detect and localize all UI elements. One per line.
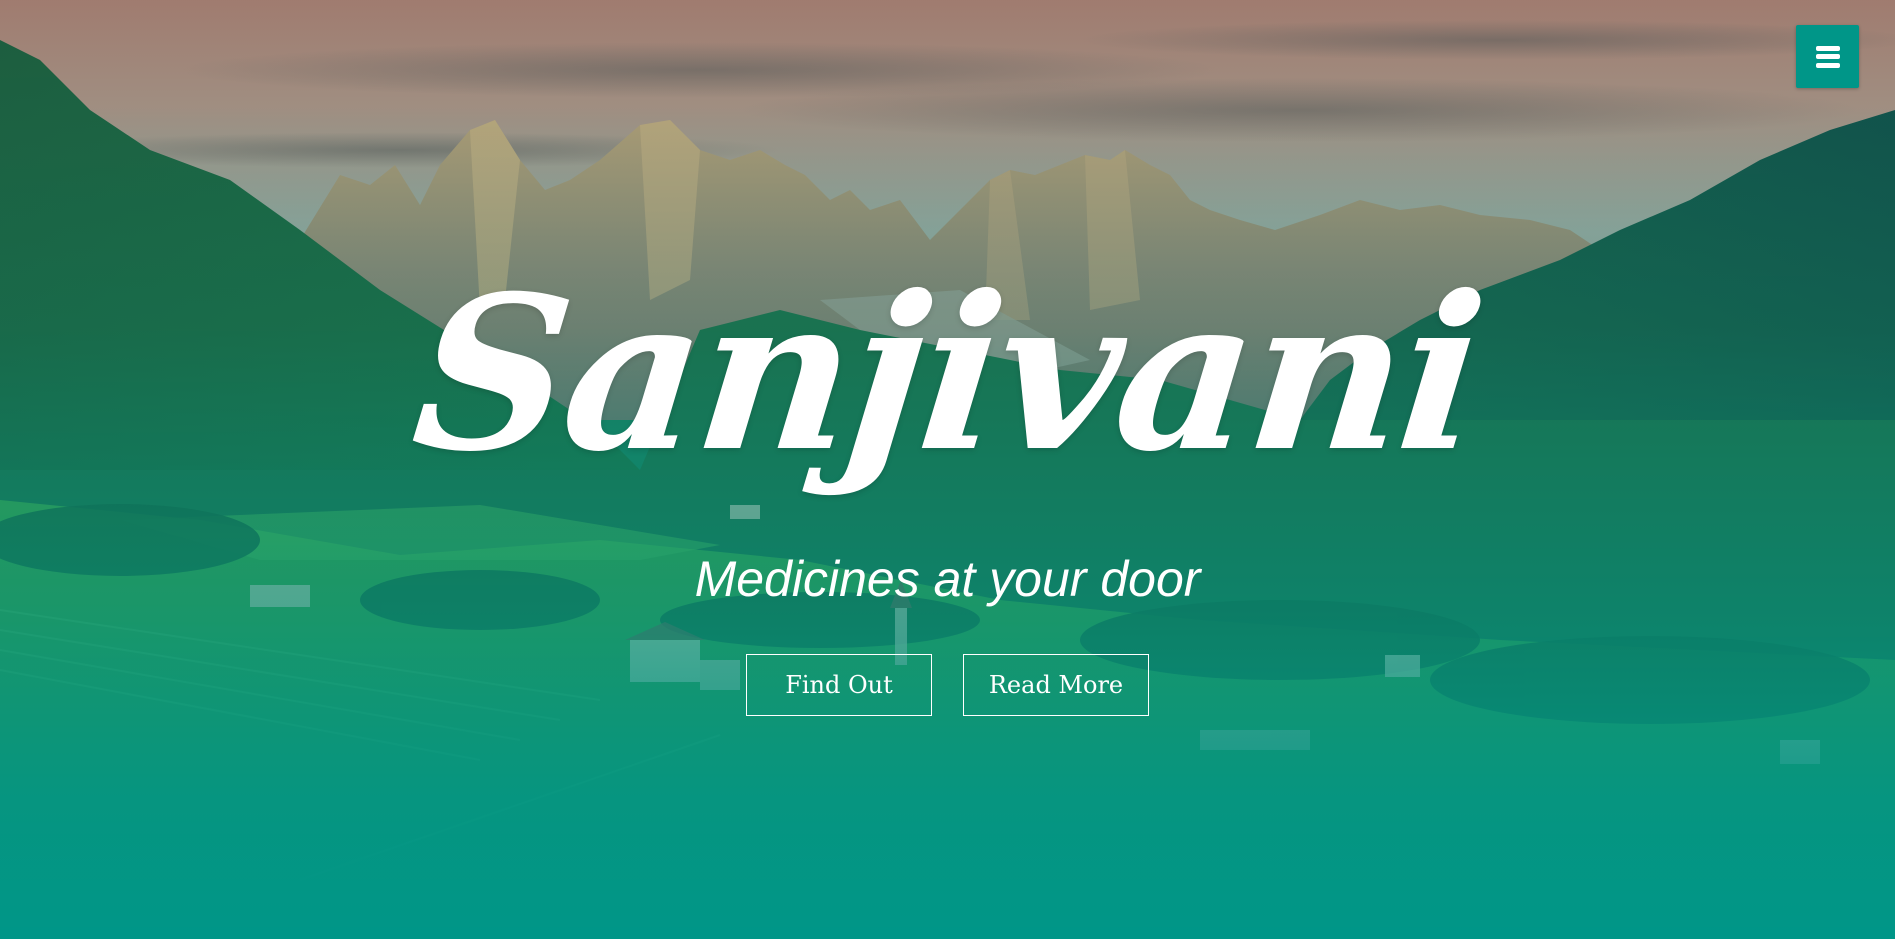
hero-section: Sanjivani Medicines at your door Find Ou… — [0, 0, 1895, 939]
hero-tagline: Medicines at your door — [694, 551, 1201, 607]
hero-actions: Find Out Read More — [0, 654, 1895, 716]
menu-toggle-button[interactable] — [1796, 25, 1859, 88]
find-out-button[interactable]: Find Out — [746, 654, 932, 716]
hamburger-icon — [1815, 45, 1840, 68]
read-more-button[interactable]: Read More — [963, 654, 1149, 716]
brand-title: Sanjivani — [403, 249, 1492, 498]
